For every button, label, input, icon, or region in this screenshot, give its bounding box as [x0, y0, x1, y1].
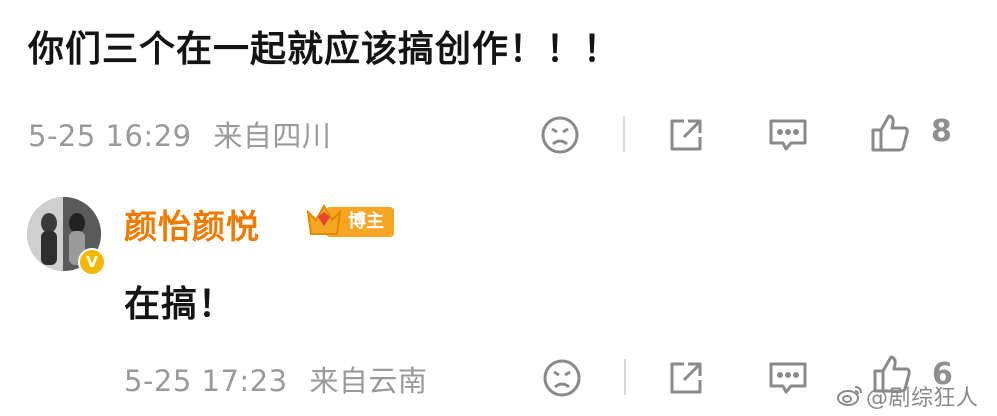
comment-date: 5-25 16:29	[28, 119, 192, 153]
comment-location: 来自四川	[213, 119, 332, 153]
thumbs-up-icon[interactable]	[868, 111, 912, 155]
share-icon[interactable]	[664, 113, 708, 157]
reply-date: 5-25 17:23	[124, 364, 288, 398]
comment-meta: 5-25 16:29 来自四川	[28, 113, 331, 155]
reply-location: 来自云南	[309, 364, 428, 398]
sad-face-icon[interactable]	[538, 113, 582, 157]
comment-icon[interactable]	[766, 113, 810, 157]
crown-icon	[304, 200, 344, 244]
reply-text: 在搞！	[124, 284, 236, 325]
share-icon[interactable]	[664, 356, 708, 400]
watermark-text: @剧综狂人	[866, 386, 979, 411]
reply-username[interactable]: 颜怡颜悦	[124, 200, 260, 248]
weibo-logo-icon	[835, 380, 865, 410]
action-divider	[624, 359, 626, 395]
comment-icon[interactable]	[766, 356, 810, 400]
action-divider	[623, 116, 625, 152]
blogger-badge: 博主	[304, 200, 394, 244]
like-count: 8	[931, 114, 952, 149]
comment-text: 你们三个在一起就应该搞创作！！！	[28, 29, 621, 70]
verified-badge: V	[78, 248, 106, 276]
sad-face-icon[interactable]	[540, 356, 584, 400]
reply-meta: 5-25 17:23 来自云南	[124, 358, 427, 400]
